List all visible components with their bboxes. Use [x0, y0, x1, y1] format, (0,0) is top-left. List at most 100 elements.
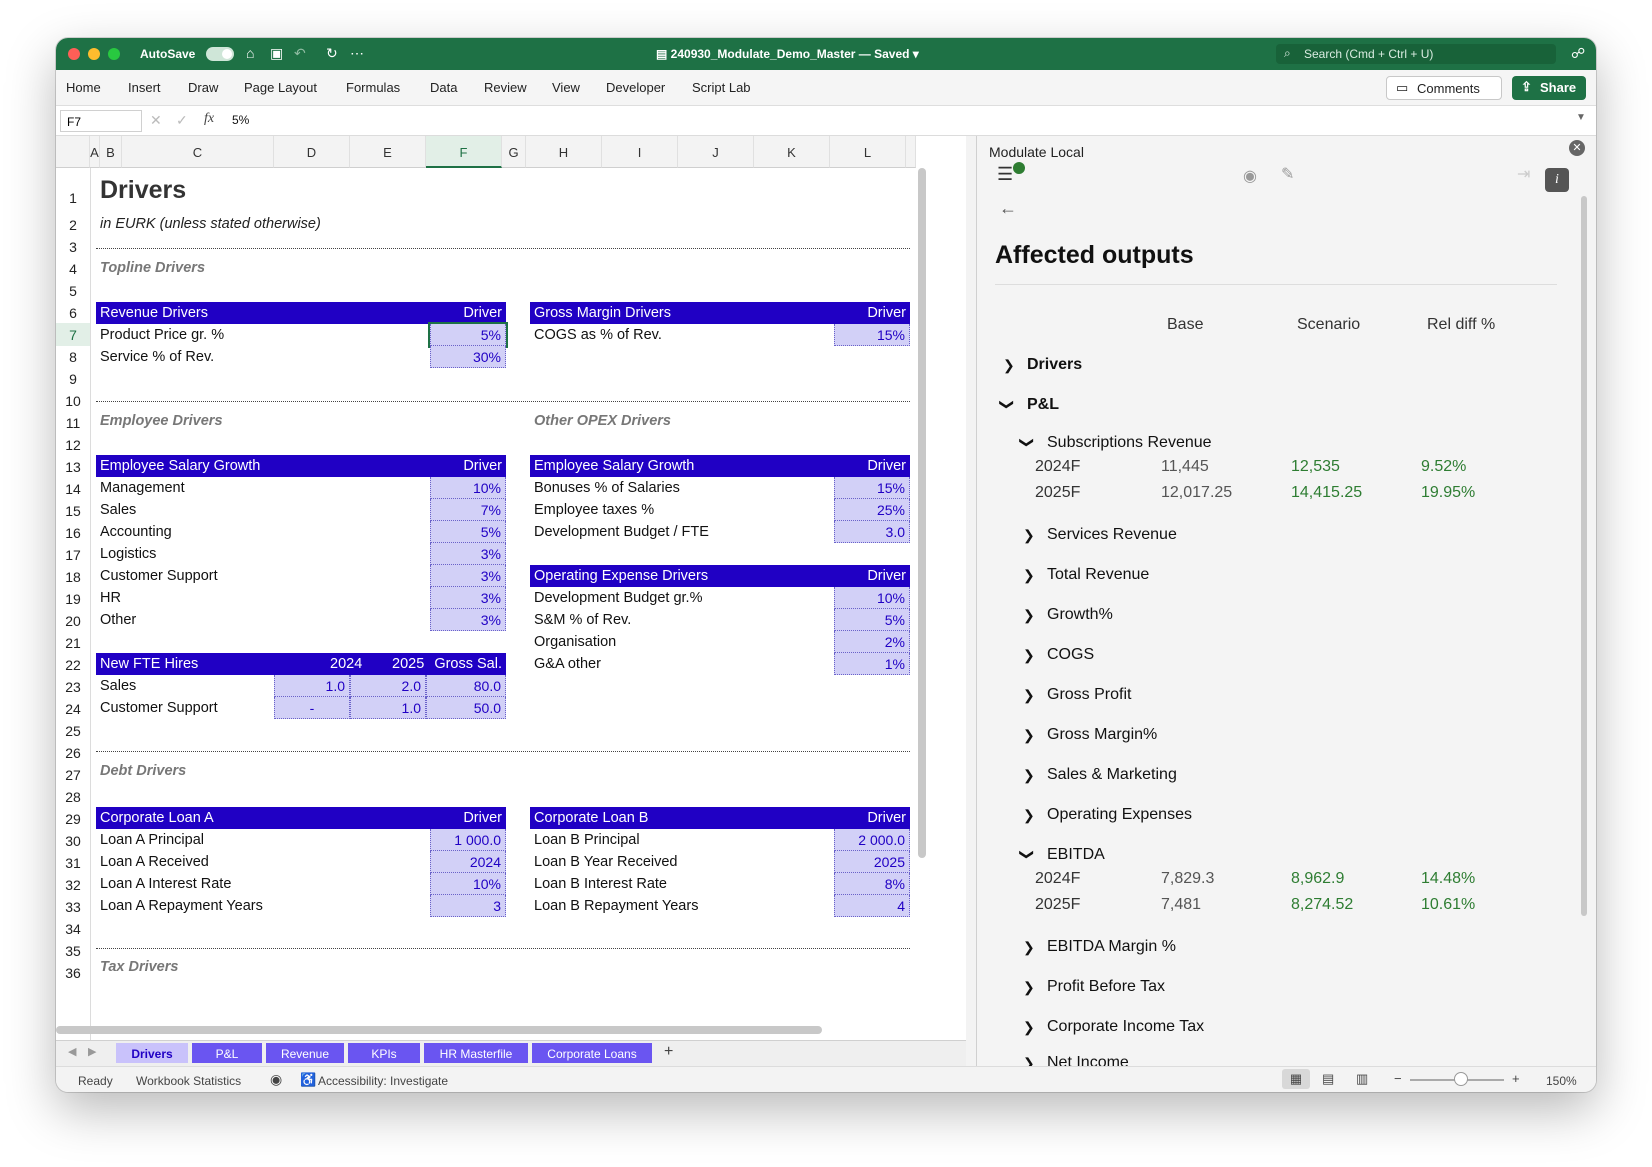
driver-label[interactable]: Loan B Repayment Years — [530, 895, 702, 917]
section-topline-drivers[interactable]: Topline Drivers — [100, 260, 205, 276]
workbook-statistics[interactable]: Workbook Statistics — [136, 1074, 241, 1088]
driver-label[interactable]: Management — [96, 477, 189, 499]
search-input[interactable]: ⌕ Search (Cmd + Ctrl + U) — [1276, 44, 1556, 64]
row-header[interactable]: 36 — [56, 961, 90, 984]
driver-label[interactable]: Loan A Principal — [96, 829, 208, 851]
driver-input[interactable]: 3.0 — [834, 521, 910, 543]
sheet-tab-drivers[interactable]: Drivers — [116, 1043, 188, 1063]
formula-value[interactable]: 5% — [232, 113, 249, 127]
tab-script-lab[interactable]: Script Lab — [692, 80, 751, 95]
sheet-tab-hr-masterfile[interactable]: HR Masterfile — [424, 1043, 528, 1063]
tab-draw[interactable]: Draw — [188, 80, 218, 95]
driver-input[interactable]: 30% — [430, 346, 506, 368]
row-header[interactable]: 4 — [56, 257, 90, 280]
row-header[interactable]: 10 — [56, 389, 90, 412]
home-icon[interactable]: ⌂ — [246, 45, 254, 61]
driver-input[interactable]: 10% — [834, 587, 910, 609]
driver-input[interactable]: 3% — [430, 543, 506, 565]
prev-sheet-icon[interactable]: ◀ — [68, 1045, 76, 1058]
share-button[interactable]: ⇪ Share — [1512, 76, 1586, 100]
row-header[interactable]: 7 — [56, 323, 90, 346]
zoom-in-icon[interactable]: + — [1512, 1071, 1520, 1086]
driver-label[interactable]: Loan B Interest Rate — [530, 873, 671, 895]
row-header[interactable]: 2 — [56, 213, 90, 236]
driver-input[interactable]: 15% — [834, 477, 910, 499]
undo-icon[interactable]: ↶ — [294, 45, 306, 62]
row-header[interactable]: 31 — [56, 851, 90, 874]
minimize-window-button[interactable] — [88, 48, 100, 60]
people-icon[interactable]: ☍ — [1571, 45, 1585, 62]
horizontal-scrollbar[interactable] — [56, 1026, 822, 1034]
row-header[interactable]: 14 — [56, 477, 90, 500]
comments-button[interactable]: ▭ Comments — [1386, 76, 1502, 100]
export-icon[interactable]: ⇥ — [1517, 164, 1530, 184]
driver-input[interactable]: 4 — [834, 895, 910, 917]
confirm-icon[interactable]: ✓ — [176, 112, 188, 129]
driver-label[interactable]: Logistics — [96, 543, 160, 565]
driver-label[interactable]: Development Budget / FTE — [530, 521, 713, 543]
loan-a-header[interactable]: Corporate Loan A Driver — [96, 807, 506, 829]
sheet-tab-revenue[interactable]: Revenue — [266, 1043, 344, 1063]
sheet-title[interactable]: Drivers — [100, 176, 186, 205]
driver-input[interactable]: 25% — [834, 499, 910, 521]
row-header[interactable]: 28 — [56, 785, 90, 808]
cancel-icon[interactable]: ✕ — [150, 112, 162, 129]
page-break-view-icon[interactable]: ▥ — [1356, 1071, 1368, 1087]
back-arrow-icon[interactable]: ← — [999, 198, 1017, 219]
driver-label[interactable]: COGS as % of Rev. — [530, 324, 666, 346]
driver-input[interactable]: 3% — [430, 587, 506, 609]
tab-review[interactable]: Review — [484, 80, 527, 95]
row-header[interactable]: 22 — [56, 653, 90, 676]
column-header-g[interactable]: G — [502, 136, 526, 168]
panel-scrollbar[interactable] — [1581, 196, 1587, 916]
sheet-subtitle[interactable]: in EURK (unless stated otherwise) — [100, 216, 321, 232]
gross-salary-input[interactable]: 80.0 — [426, 675, 506, 697]
close-window-button[interactable] — [68, 48, 80, 60]
other-salary-header[interactable]: Employee Salary Growth Driver — [530, 455, 910, 477]
fte-2025-input[interactable]: 2.0 — [350, 675, 426, 697]
row-header[interactable]: 13 — [56, 455, 90, 478]
driver-label[interactable]: S&M % of Rev. — [530, 609, 635, 631]
column-header-e[interactable]: E — [350, 136, 426, 168]
row-header[interactable]: 9 — [56, 367, 90, 390]
row-header[interactable]: 5 — [56, 279, 90, 302]
spreadsheet-grid[interactable]: A B C D E F G H I J K L 1 2 3 4 5 6 7 8 … — [56, 136, 966, 1040]
section-tax-drivers[interactable]: Tax Drivers — [100, 959, 178, 975]
fte-hires-header[interactable]: New FTE Hires 2024 2025 Gross Sal. — [96, 653, 506, 675]
driver-input[interactable]: 2024 — [430, 851, 506, 873]
driver-input[interactable]: 3 — [430, 895, 506, 917]
tab-insert[interactable]: Insert — [128, 80, 161, 95]
camera-icon[interactable]: ◉ — [1243, 166, 1257, 186]
driver-label[interactable]: Loan A Interest Rate — [96, 873, 235, 895]
tab-home[interactable]: Home — [66, 80, 101, 95]
column-header-f[interactable]: F — [426, 136, 502, 168]
driver-input[interactable]: 7% — [430, 499, 506, 521]
row-header[interactable]: 12 — [56, 433, 90, 456]
fte-2024-input[interactable]: 1.0 — [274, 675, 350, 697]
row-header[interactable]: 32 — [56, 873, 90, 896]
more-icon[interactable]: ⋯ — [350, 45, 364, 62]
column-header-h[interactable]: H — [526, 136, 602, 168]
expand-formula-icon[interactable]: ▼ — [1576, 112, 1586, 123]
section-other-opex-drivers[interactable]: Other OPEX Drivers — [534, 413, 671, 429]
driver-input[interactable]: 8% — [834, 873, 910, 895]
page-layout-view-icon[interactable]: ▤ — [1322, 1071, 1334, 1087]
tab-page-layout[interactable]: Page Layout — [244, 80, 317, 95]
driver-input[interactable]: 2025 — [834, 851, 910, 873]
record-macro-icon[interactable]: ◉ — [270, 1071, 282, 1088]
row-header[interactable]: 25 — [56, 719, 90, 742]
tab-developer[interactable]: Developer — [606, 80, 665, 95]
accessibility-status[interactable]: Accessibility: Investigate — [318, 1074, 448, 1088]
row-header[interactable]: 20 — [56, 609, 90, 632]
driver-label[interactable]: Sales — [96, 499, 140, 521]
info-icon[interactable]: i — [1545, 168, 1569, 192]
column-header-i[interactable]: I — [602, 136, 678, 168]
tab-data[interactable]: Data — [430, 80, 457, 95]
gross-margin-drivers-header[interactable]: Gross Margin Drivers Driver — [530, 302, 910, 324]
driver-input[interactable]: 5% — [834, 609, 910, 631]
salary-growth-header[interactable]: Employee Salary Growth Driver — [96, 455, 506, 477]
column-header-a[interactable]: A — [90, 136, 100, 168]
driver-input[interactable]: 2 000.0 — [834, 829, 910, 851]
row-header[interactable]: 19 — [56, 587, 90, 610]
row-header[interactable]: 33 — [56, 895, 90, 918]
